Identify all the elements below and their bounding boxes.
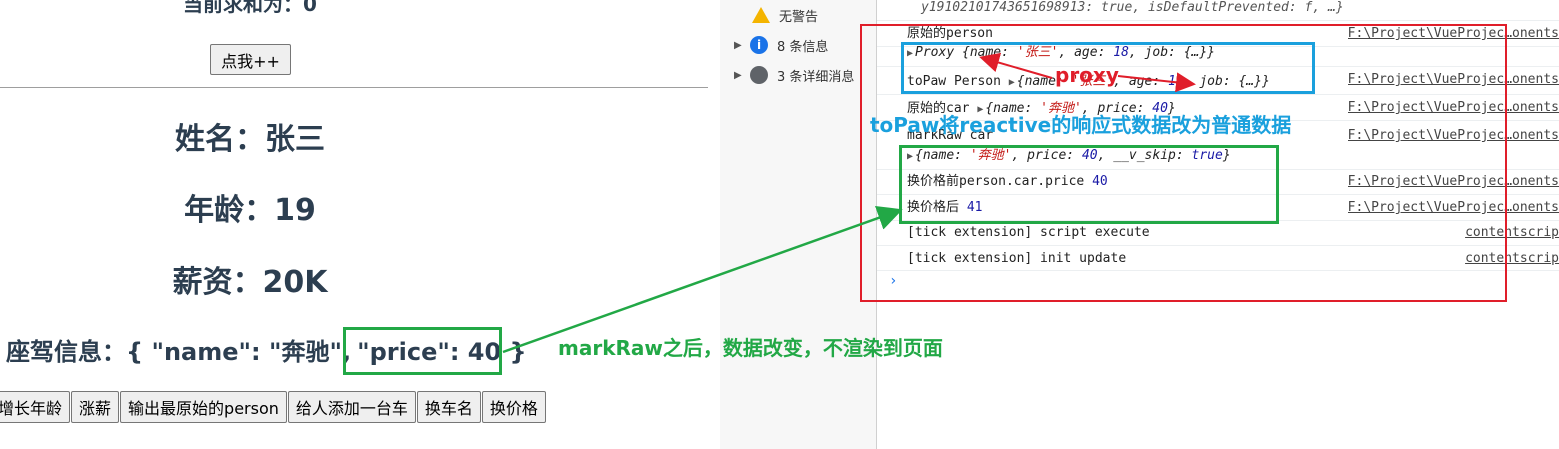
log-source-link[interactable]: F:\Project\VueProjec…onents [1348, 198, 1559, 218]
log-line-tick-script: [tick extension] script execute [907, 225, 1150, 240]
expand-arrow-icon[interactable]: ▶ [734, 70, 750, 81]
sum-text: 当前求和为：0 [183, 0, 317, 16]
log-line-event: y19102101743651698913: true, isDefaultPr… [921, 0, 1344, 15]
log-source-link[interactable]: F:\Project\VueProjec…onents [1348, 172, 1559, 192]
car-price-text: "price": 40 } [357, 338, 527, 366]
topaw-annotation: toPaw将reactive的响应式数据改为普通数据 [870, 113, 1292, 137]
proxy-annotation: proxy [1055, 63, 1119, 87]
markraw-annotation: markRaw之后，数据改变，不渲染到页面 [558, 336, 943, 360]
sidebar-item-label: 无警告 [779, 9, 819, 25]
print-raw-person-button[interactable]: 输出最原始的person [120, 391, 287, 423]
console-log: y19102101743651698913: true, isDefaultPr… [877, 0, 1559, 449]
person-salary: 薪资：20K [172, 265, 328, 300]
log-line-price-after: 换价格后 41 [907, 200, 983, 215]
sidebar-item-label: 8 条信息 [777, 39, 829, 55]
sidebar-item-verbose[interactable]: ▶ 3 条详细消息 [734, 64, 854, 86]
log-line-proxy-object[interactable]: ▶ Proxy {name: '张三', age: 18, job: {…}} [907, 43, 1215, 63]
change-price-button[interactable]: 换价格 [481, 391, 546, 423]
bug-icon [750, 66, 768, 84]
log-line-tick-init: [tick extension] init update [907, 251, 1127, 266]
raise-salary-button[interactable]: 涨薪 [71, 391, 120, 423]
warning-icon [752, 7, 770, 23]
person-age: 年龄：19 [184, 193, 316, 228]
person-name: 姓名：张三 [175, 122, 325, 157]
info-icon: i [750, 36, 768, 54]
divider [0, 87, 708, 88]
vue-app-page: 当前求和为：0 点我++ 姓名：张三 年龄：19 薪资：20K 座驾信息：{ "… [0, 0, 720, 449]
log-source-link[interactable]: contentscrip [1465, 223, 1559, 243]
sidebar-item-info[interactable]: ▶ i 8 条信息 [734, 34, 828, 56]
expand-arrow-icon[interactable]: ▶ [1009, 77, 1015, 88]
log-source-link[interactable]: F:\Project\VueProjec…onents [1348, 98, 1559, 118]
log-source-link[interactable]: F:\Project\VueProjec…onents [1348, 126, 1559, 146]
console-prompt-icon[interactable]: › [889, 273, 897, 289]
log-source-link[interactable]: F:\Project\VueProjec…onents [1348, 24, 1559, 44]
log-line-markraw-object[interactable]: ▶ {name: '奔驰', price: 40, __v_skip: true} [907, 146, 1231, 166]
log-line-price-before: 换价格前person.car.price 40 [907, 174, 1108, 189]
expand-arrow-icon[interactable]: ▶ [907, 48, 913, 59]
add-car-button[interactable]: 给人添加一台车 [287, 391, 416, 423]
change-car-name-button[interactable]: 换车名 [416, 391, 481, 423]
expand-arrow-icon[interactable]: ▶ [907, 151, 913, 162]
expand-arrow-icon[interactable]: ▶ [734, 40, 750, 51]
log-source-link[interactable]: F:\Project\VueProjec…onents [1348, 70, 1559, 90]
sidebar-item-warnings[interactable]: 无警告 [734, 4, 818, 26]
car-info-label: 座驾信息：{ "name": "奔驰", [6, 338, 352, 366]
log-source-link[interactable]: contentscrip [1465, 249, 1559, 269]
grow-age-button[interactable]: 增长年龄 [0, 391, 71, 423]
increment-button[interactable]: 点我++ [210, 44, 291, 75]
log-line-raw-person: 原始的person [907, 26, 993, 41]
sidebar-item-label: 3 条详细消息 [777, 69, 855, 85]
car-info: 座驾信息：{ "name": "奔驰", "price": 40 } [6, 332, 527, 367]
devtools-console: 无警告 ▶ i 8 条信息 ▶ 3 条详细消息 y191021017436516… [720, 0, 1559, 449]
console-sidebar: 无警告 ▶ i 8 条信息 ▶ 3 条详细消息 [720, 0, 877, 449]
action-buttons: 增长年龄 涨薪 输出最原始的person 给人添加一台车 换车名 换价格 [0, 391, 547, 423]
